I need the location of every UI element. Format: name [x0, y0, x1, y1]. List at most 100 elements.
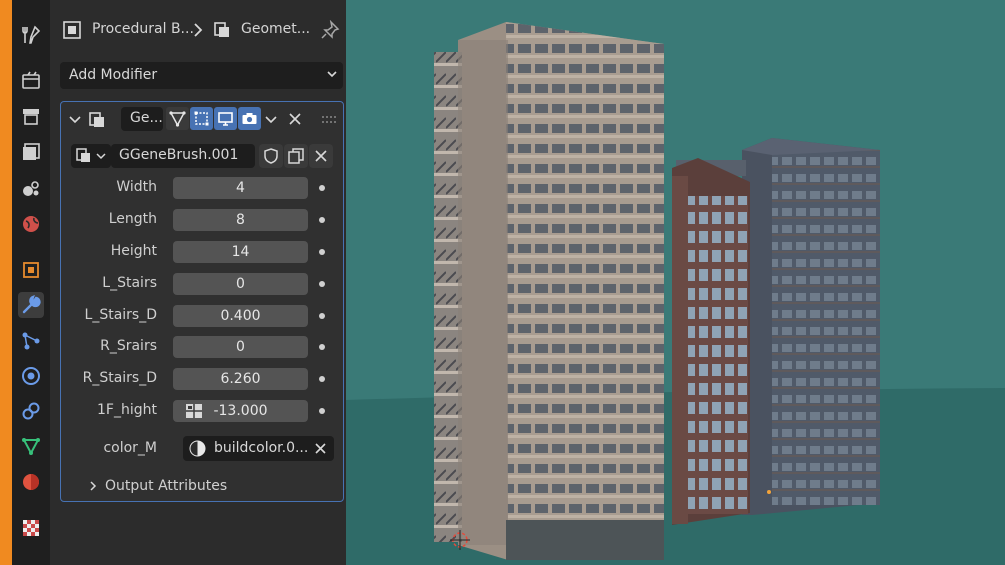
editor-edge-strip: [0, 0, 12, 565]
scene-icon: [23, 181, 39, 196]
object-origin-dot: [767, 490, 771, 494]
modifier-name-field[interactable]: Ge...: [121, 107, 163, 131]
output-attributes-label: Output Attributes: [105, 478, 228, 494]
geometry-nodes-modifier: Ge... GGeneBrush.001 Width 4 Length 8 He…: [60, 101, 344, 502]
physics-icon: [22, 367, 40, 385]
input-label-l-stairs: L_Stairs: [102, 275, 157, 291]
shield-icon: [264, 148, 278, 164]
particles-icon: [22, 332, 40, 350]
duplicate-node-group-button[interactable]: [284, 144, 308, 168]
geometry-nodes-icon: [214, 22, 229, 37]
input-label-height: Height: [110, 243, 157, 259]
tab-world[interactable]: [18, 211, 44, 237]
height-field[interactable]: 14: [173, 241, 308, 263]
fake-user-button[interactable]: [259, 144, 283, 168]
l-stairs-field[interactable]: 0: [173, 273, 308, 295]
color-m-material-text: buildcolor.0...: [214, 440, 309, 456]
1f-hight-value: -13.000: [213, 403, 268, 419]
input-label-l-stairs-d: L_Stairs_D: [84, 307, 157, 323]
view-layer-icon: [23, 143, 40, 160]
tab-scene[interactable]: [18, 175, 44, 201]
breadcrumb-object-name: Procedural B...: [92, 21, 194, 37]
add-modifier-label: Add Modifier: [69, 67, 158, 83]
breadcrumb: Procedural B... Geomet...: [50, 0, 346, 58]
keyframe-dot-r-stairs-d[interactable]: [319, 376, 325, 382]
properties-panel: Procedural B... Geomet... Add Modifier G…: [50, 0, 346, 565]
pin-icon[interactable]: [320, 20, 340, 40]
input-label-width: Width: [116, 179, 157, 195]
tab-texture[interactable]: [18, 515, 44, 541]
viewport-toggle[interactable]: [214, 107, 237, 130]
1f-hight-field[interactable]: -13.000: [173, 400, 308, 422]
render-toggle[interactable]: [238, 107, 261, 130]
object-icon: [23, 262, 39, 278]
tab-object[interactable]: [18, 257, 44, 283]
duplicate-icon: [288, 148, 304, 164]
remove-modifier-close-icon[interactable]: [287, 111, 303, 127]
camera-icon: [242, 113, 257, 124]
input-label-r-stairs-d: R_Stairs_D: [82, 370, 157, 386]
edit-mode-cage-toggle[interactable]: [166, 107, 189, 130]
chevron-right-icon: [90, 481, 97, 491]
collapse-chevron-icon[interactable]: [67, 112, 83, 128]
tab-tool[interactable]: [18, 22, 44, 48]
monitor-icon: [218, 112, 233, 126]
breadcrumb-modifier-name: Geomet...: [241, 21, 311, 37]
keyframe-dot-length[interactable]: [319, 217, 325, 223]
tab-modifier[interactable]: [18, 292, 44, 318]
modifier-menu-chevron-icon[interactable]: [263, 112, 279, 128]
modifier-icon: [22, 295, 41, 314]
input-label-1f-hight: 1F_hight: [97, 402, 157, 418]
node-group-name-text: GGeneBrush.001: [119, 147, 239, 163]
tab-physics[interactable]: [18, 363, 44, 389]
tab-material[interactable]: [18, 469, 44, 495]
data-icon: [22, 438, 40, 456]
edit-mode-square-icon: [194, 111, 209, 126]
node-tree-icon: [76, 148, 90, 162]
add-modifier-dropdown[interactable]: Add Modifier: [60, 62, 343, 89]
material-sphere-icon: [189, 440, 206, 457]
vertex-triangle-icon: [169, 111, 186, 127]
unlink-node-group-button[interactable]: [309, 144, 333, 168]
tab-constraints[interactable]: [18, 398, 44, 424]
tab-particles[interactable]: [18, 328, 44, 354]
texture-icon: [23, 520, 39, 536]
tab-output[interactable]: [18, 103, 44, 129]
node-group-browse-button[interactable]: [71, 144, 111, 168]
keyframe-dot-l-stairs[interactable]: [319, 281, 325, 287]
middle-building: [672, 158, 750, 525]
width-field[interactable]: 4: [173, 177, 308, 199]
keyframe-dot-l-stairs-d[interactable]: [319, 313, 325, 319]
tab-render[interactable]: [18, 67, 44, 93]
material-icon: [23, 474, 39, 490]
chevron-down-icon: [327, 71, 337, 78]
drag-handle-icon[interactable]: [321, 114, 337, 126]
l-stairs-d-field[interactable]: 0.400: [173, 305, 308, 327]
attribute-toggle-icon[interactable]: [185, 403, 203, 419]
keyframe-dot-width[interactable]: [319, 185, 325, 191]
keyframe-dot-1f-hight[interactable]: [319, 408, 325, 414]
3d-viewport[interactable]: [346, 0, 1005, 565]
length-field[interactable]: 8: [173, 209, 308, 231]
render-icon: [22, 71, 40, 89]
edit-mode-toggle[interactable]: [190, 107, 213, 130]
color-m-material-field[interactable]: buildcolor.0...: [183, 436, 334, 461]
chevron-down-icon: [96, 153, 106, 160]
properties-tab-column: [12, 0, 50, 565]
geometry-nodes-modifier-icon: [89, 112, 104, 127]
r-stairs-d-field[interactable]: 6.260: [173, 368, 308, 390]
close-icon: [315, 150, 327, 162]
tab-data[interactable]: [18, 433, 44, 459]
input-label-r-srairs: R_Srairs: [100, 338, 157, 354]
input-label-length: Length: [108, 211, 157, 227]
keyframe-dot-height[interactable]: [319, 249, 325, 255]
keyframe-dot-r-srairs[interactable]: [319, 344, 325, 350]
node-group-name-field[interactable]: GGeneBrush.001: [111, 144, 255, 168]
r-srairs-field[interactable]: 0: [173, 336, 308, 358]
tall-building: [434, 22, 664, 560]
constraints-icon: [22, 402, 40, 420]
tab-view-layer[interactable]: [18, 139, 44, 165]
modifier-name-text: Ge...: [130, 110, 163, 126]
chevron-right-icon: [194, 23, 203, 37]
clear-material-close-icon[interactable]: [314, 442, 327, 455]
